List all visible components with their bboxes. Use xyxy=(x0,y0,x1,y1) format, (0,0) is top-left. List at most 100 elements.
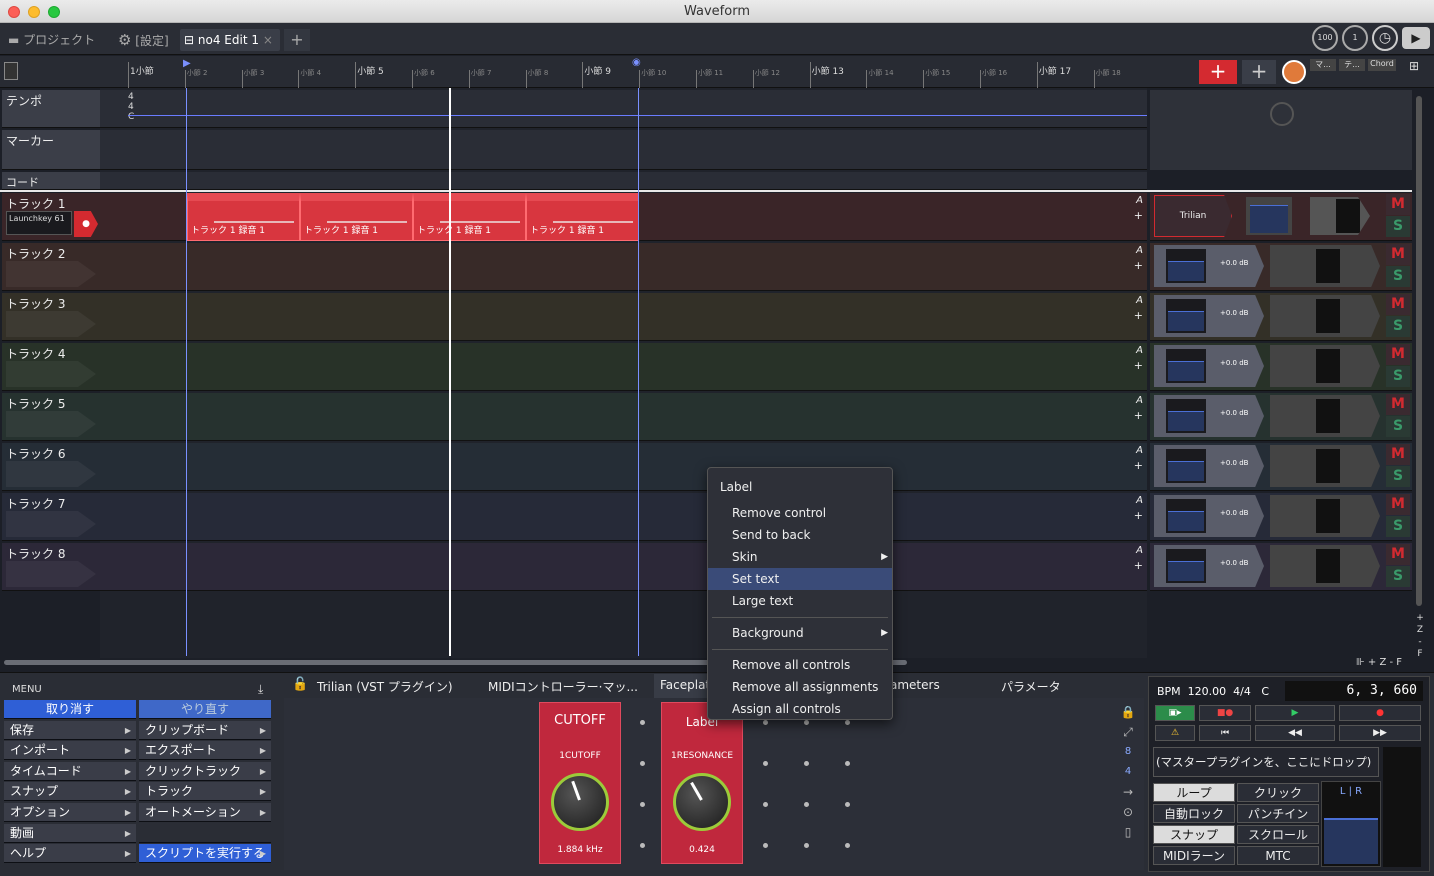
volume-fader-box[interactable] xyxy=(1166,549,1206,583)
expand-icon[interactable]: ⤢ xyxy=(1118,722,1138,742)
cutoff-knob[interactable] xyxy=(551,773,609,831)
add-automation-button[interactable]: + xyxy=(1134,359,1143,372)
resonance-control[interactable]: Label 1RESONANCE 0.424 xyxy=(661,702,743,864)
tab-parameters-en[interactable]: ameters xyxy=(890,678,940,692)
input-arrow-icon[interactable] xyxy=(6,561,96,587)
menu-button[interactable]: インポート ▶ xyxy=(4,741,136,761)
volume-plugin[interactable] xyxy=(1246,197,1292,235)
tab-close-button[interactable]: × xyxy=(263,33,273,47)
track-plugin-rack[interactable]: +0.0 dB M S xyxy=(1150,393,1412,441)
tempo-lane[interactable]: 44C xyxy=(100,90,1147,128)
add-automation-button[interactable]: + xyxy=(1134,459,1143,472)
track-header[interactable]: トラック 2 xyxy=(2,243,100,291)
track-header[interactable]: トラック 1 Launchkey 61 ● xyxy=(2,193,100,241)
vertical-zoom-controls[interactable]: + Z - F xyxy=(1414,612,1426,660)
track-plugin-rack[interactable]: +0.0 dB M S xyxy=(1150,343,1412,391)
tempo-track-header[interactable]: テンポ xyxy=(2,90,100,128)
menu-button[interactable]: スナップ ▶ xyxy=(4,782,136,802)
chord-track-header[interactable]: コード xyxy=(2,172,100,190)
rewind-to-start-icon[interactable]: ⏮ xyxy=(1199,725,1251,741)
automation-button[interactable]: A xyxy=(1136,345,1143,356)
add-button[interactable]: + xyxy=(1242,60,1276,84)
meter-plugin[interactable] xyxy=(1270,345,1380,387)
meter-plugin[interactable] xyxy=(1270,295,1380,337)
warning-icon[interactable]: ⚠ xyxy=(1155,725,1195,741)
add-automation-button[interactable]: + xyxy=(1134,509,1143,522)
play-icon[interactable]: ▶ xyxy=(1402,27,1430,49)
mute-button[interactable]: M xyxy=(1386,344,1410,365)
add-automation-button[interactable]: + xyxy=(1134,559,1143,572)
volume-fader[interactable] xyxy=(1168,511,1204,531)
solo-button[interactable]: S xyxy=(1386,416,1410,437)
input-arrow-icon[interactable] xyxy=(6,461,96,487)
menu-button[interactable]: タイムコード ▶ xyxy=(4,761,136,781)
track-header[interactable]: トラック 4 xyxy=(2,343,100,391)
midi-clip[interactable]: トラック 1 録音 1 xyxy=(413,193,526,241)
piano-icon[interactable]: ⊞ xyxy=(1402,59,1426,83)
master-level[interactable]: L | R xyxy=(1321,781,1381,867)
volume-fader[interactable] xyxy=(1168,461,1204,481)
menu-item-send-to-back[interactable]: Send to back xyxy=(708,524,892,546)
volume-fader-box[interactable] xyxy=(1166,249,1206,283)
menu-button[interactable]: エクスポート ▶ xyxy=(139,741,271,761)
menu-item-skin[interactable]: Skin ▶ xyxy=(708,546,892,568)
input-arrow-icon[interactable] xyxy=(6,511,96,537)
mute-button[interactable]: M xyxy=(1386,494,1410,515)
menu-button[interactable]: 動画 ▶ xyxy=(4,823,136,843)
track-header[interactable]: トラック 6 xyxy=(2,443,100,491)
automation-button[interactable]: A xyxy=(1136,295,1143,306)
loop-start-line[interactable] xyxy=(186,88,187,656)
add-track-button[interactable]: + xyxy=(1199,60,1237,84)
tab-settings[interactable]: ⚙ [設定] xyxy=(114,29,173,51)
fast-forward-icon[interactable]: ▶▶ xyxy=(1339,725,1421,741)
transport-toggle[interactable]: ループ xyxy=(1153,783,1235,802)
marker-lane[interactable] xyxy=(100,130,1147,170)
menu-button[interactable]: 保存 ▶ xyxy=(4,720,136,740)
menu-item-remove-all-controls[interactable]: Remove all controls xyxy=(708,654,892,676)
automation-button[interactable]: A xyxy=(1136,195,1143,206)
meter-plugin[interactable] xyxy=(1310,197,1370,235)
track-lane[interactable]: A + xyxy=(100,493,1147,541)
track-lane[interactable]: A + xyxy=(100,443,1147,491)
automation-button[interactable]: A xyxy=(1136,245,1143,256)
menu-item-remove-control[interactable]: Remove control xyxy=(708,502,892,524)
transport-toggle[interactable]: MIDIラーン xyxy=(1153,846,1235,865)
automation-button[interactable]: A xyxy=(1136,495,1143,506)
track-plugin-rack[interactable]: +0.0 dB M S xyxy=(1150,493,1412,541)
midi-clip[interactable]: トラック 1 録音 1 xyxy=(187,193,300,241)
transport-toggle[interactable]: スクロール xyxy=(1237,825,1319,844)
mute-button[interactable]: M xyxy=(1386,544,1410,565)
add-automation-button[interactable]: + xyxy=(1134,209,1143,222)
volume-fader-box[interactable] xyxy=(1166,499,1206,533)
meter-plugin[interactable] xyxy=(1270,395,1380,437)
master-plugin-drop-area[interactable]: (マスタープラグインを、ここにドロップ) xyxy=(1153,747,1379,777)
solo-button[interactable]: S xyxy=(1386,466,1410,487)
arrow-right-icon[interactable]: → xyxy=(1118,782,1138,802)
record-mode-icon[interactable] xyxy=(1282,60,1306,84)
horizontal-zoom-controls[interactable]: ⊪ + Z - F xyxy=(1356,657,1402,668)
menu-button[interactable]: ヘルプ ▶ xyxy=(4,844,136,864)
menu-button[interactable]: 取り消す xyxy=(4,700,136,719)
play-button[interactable]: ▶ xyxy=(1255,705,1335,721)
clock-icon[interactable]: ◷ xyxy=(1372,25,1398,51)
solo-button[interactable]: S xyxy=(1386,216,1410,237)
solo-button[interactable]: S xyxy=(1386,266,1410,287)
input-arrow-icon[interactable]: ● xyxy=(74,211,98,237)
volume-fader[interactable] xyxy=(1168,261,1204,281)
loop-end-line[interactable] xyxy=(638,88,639,656)
meter-plugin[interactable] xyxy=(1270,545,1380,587)
sync-icon[interactable]: ▣▸ xyxy=(1155,705,1195,721)
marker-button[interactable]: マ... xyxy=(1310,59,1336,71)
volume-fader-box[interactable] xyxy=(1166,349,1206,383)
chord-button[interactable]: Chord xyxy=(1368,59,1396,71)
track-header[interactable]: トラック 3 xyxy=(2,293,100,341)
menu-button[interactable]: クリックトラック ▶ xyxy=(139,761,271,781)
track-lane[interactable]: A + xyxy=(100,293,1147,341)
tab-trilian[interactable]: Trilian (VST プラグイン) xyxy=(317,678,453,695)
lock-icon[interactable]: 🔓 xyxy=(292,677,308,692)
menu-button[interactable]: スクリプトを実行する ▶ xyxy=(139,844,271,864)
master-fader[interactable] xyxy=(1324,818,1378,864)
transport-toggle[interactable]: パンチイン xyxy=(1237,804,1319,823)
track-plugin-rack[interactable]: Trilian M S xyxy=(1150,193,1412,241)
menu-item-large-text[interactable]: Large text xyxy=(708,590,892,612)
